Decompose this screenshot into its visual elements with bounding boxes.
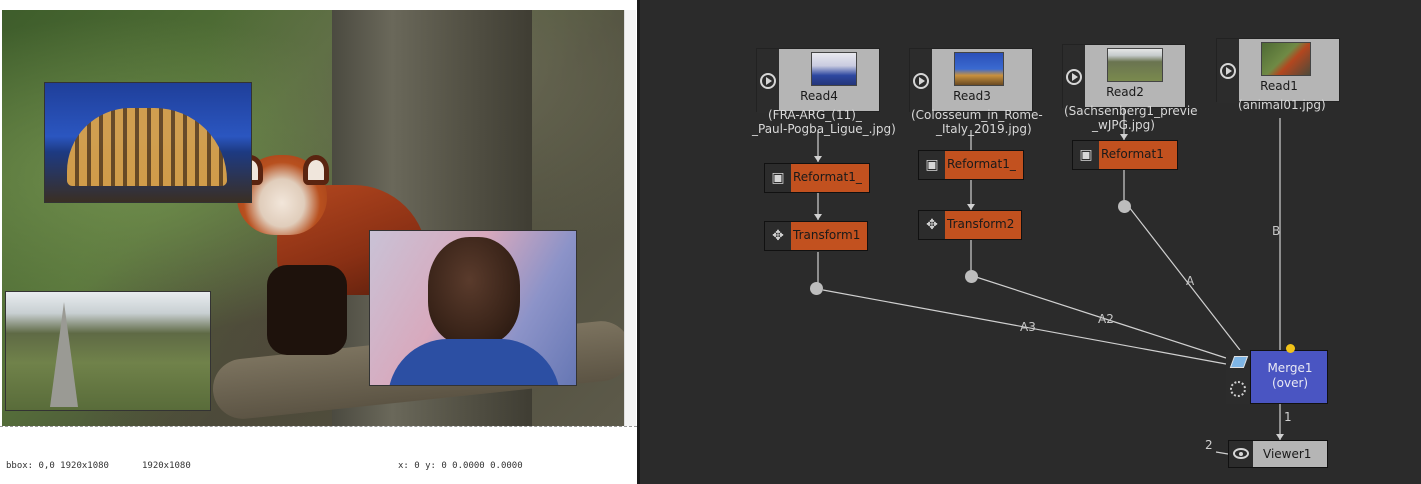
transform-node-2[interactable]: ✥ Transform2 bbox=[918, 210, 1022, 240]
op-node-strip: ▣ bbox=[1073, 141, 1099, 169]
read2-label: Read2 bbox=[1106, 85, 1144, 99]
node-graph-panel[interactable]: A3 A2 A B Read4 (FRA-ARG_(11)_ _Paul-Pog… bbox=[640, 0, 1421, 484]
village-inset-image bbox=[5, 291, 211, 411]
connection-dot[interactable] bbox=[810, 282, 823, 295]
transform-1-label: Transform1 bbox=[793, 228, 861, 242]
read-node-strip bbox=[1217, 39, 1239, 103]
transform-2-label: Transform2 bbox=[947, 217, 1015, 231]
op-node-strip: ✥ bbox=[765, 222, 791, 250]
format-readout: 1920x1080 bbox=[142, 461, 191, 471]
read-node-read3[interactable]: Read3 bbox=[909, 48, 1033, 113]
viewer-node[interactable]: Viewer1 bbox=[1228, 440, 1328, 468]
viewer-node-label: Viewer1 bbox=[1263, 447, 1312, 461]
edge-a bbox=[1128, 206, 1241, 351]
viewer-input-1-label: 1 bbox=[1284, 410, 1292, 424]
reformat-3-label: Reformat1 bbox=[1101, 147, 1164, 161]
play-icon[interactable] bbox=[1220, 63, 1236, 79]
reformat-node-2[interactable]: ▣ Reformat1_ bbox=[918, 150, 1024, 180]
read2-thumbnail bbox=[1107, 48, 1163, 82]
read1-thumbnail bbox=[1261, 42, 1311, 76]
viewer-info-bar: bbox: 0,0 1920x1080 1920x1080 x: 0 y: 0 … bbox=[0, 426, 637, 484]
play-icon[interactable] bbox=[760, 73, 776, 89]
reformat-icon: ▣ bbox=[1079, 147, 1093, 163]
colosseum-shape bbox=[67, 108, 227, 186]
red-panda-legs bbox=[267, 265, 347, 355]
transform-node-1[interactable]: ✥ Transform1 bbox=[764, 221, 868, 251]
read-node-strip bbox=[757, 49, 779, 113]
read-node-strip bbox=[910, 49, 932, 113]
merge-label-op: (over) bbox=[1271, 376, 1309, 390]
read-node-read1[interactable]: Read1 bbox=[1216, 38, 1340, 103]
edge-label-b: B bbox=[1272, 224, 1281, 238]
arrowhead bbox=[814, 156, 822, 162]
read3-subtitle: (Colosseum_in_Rome- bbox=[911, 108, 1043, 122]
op-node-strip: ✥ bbox=[919, 211, 945, 239]
coords-readout: x: 0 y: 0 0.0000 0.0000 bbox=[398, 461, 523, 471]
viewer-canvas[interactable] bbox=[2, 10, 624, 426]
read4-subtitle-2: _Paul-Pogba_Ligue_.jpg) bbox=[752, 122, 896, 136]
reformat-icon: ▣ bbox=[771, 170, 785, 186]
arrowhead bbox=[814, 214, 822, 220]
church-spire-shape bbox=[50, 302, 78, 407]
edge-label-a2: A2 bbox=[1098, 312, 1114, 326]
read4-thumbnail bbox=[811, 52, 857, 86]
edge-viewer-input2 bbox=[1215, 451, 1229, 455]
read3-label: Read3 bbox=[953, 89, 991, 103]
edge-label-a3: A3 bbox=[1020, 320, 1036, 334]
transform-icon: ✥ bbox=[772, 228, 784, 244]
lock-indicator-icon bbox=[1286, 344, 1295, 353]
read-node-read2[interactable]: Read2 bbox=[1062, 44, 1186, 109]
viewer-node-strip bbox=[1229, 441, 1253, 467]
read2-subtitle: (Sachsenberg1_previe bbox=[1064, 104, 1198, 118]
op-node-strip: ▣ bbox=[765, 164, 791, 192]
app-window: bbox: 0,0 1920x1080 1920x1080 x: 0 y: 0 … bbox=[0, 0, 1421, 484]
viewer-input-2-label: 2 bbox=[1205, 438, 1213, 452]
read-node-strip bbox=[1063, 45, 1085, 109]
colosseum-inset-image bbox=[44, 82, 252, 203]
bbox-readout: bbox: 0,0 1920x1080 bbox=[6, 461, 109, 471]
read1-subtitle: (animal01.jpg) bbox=[1238, 98, 1326, 112]
reformat-1-label: Reformat1_ bbox=[793, 170, 862, 184]
red-panda-ear bbox=[303, 155, 329, 185]
reformat-icon: ▣ bbox=[925, 157, 939, 173]
play-icon[interactable] bbox=[913, 73, 929, 89]
portrait-head-shape bbox=[428, 237, 520, 345]
read4-label: Read4 bbox=[800, 89, 838, 103]
connection-dot[interactable] bbox=[1118, 200, 1131, 213]
viewer-panel: bbox: 0,0 1920x1080 1920x1080 x: 0 y: 0 … bbox=[0, 0, 637, 484]
merge-node[interactable]: Merge1 (over) bbox=[1250, 350, 1328, 404]
edge-label-a: A bbox=[1186, 274, 1195, 288]
transform-icon: ✥ bbox=[926, 217, 938, 233]
portrait-inset-image bbox=[369, 230, 577, 386]
connection-dot[interactable] bbox=[965, 270, 978, 283]
reformat-node-3[interactable]: ▣ Reformat1 bbox=[1072, 140, 1178, 170]
read4-subtitle: (FRA-ARG_(11)_ bbox=[768, 108, 862, 122]
op-node-strip: ▣ bbox=[919, 151, 945, 179]
reformat-2-label: Reformat1_ bbox=[947, 157, 1016, 171]
viewer-scrollbar[interactable] bbox=[624, 10, 636, 426]
read3-subtitle-2: _Italy_2019.jpg) bbox=[936, 122, 1032, 136]
merge-label: Merge1 (over) bbox=[1251, 361, 1329, 391]
read3-thumbnail bbox=[954, 52, 1004, 86]
read2-subtitle-2: _wJPG.jpg) bbox=[1092, 118, 1155, 132]
reformat-node-1[interactable]: ▣ Reformat1_ bbox=[764, 163, 870, 193]
mask-input-icon[interactable] bbox=[1230, 381, 1246, 397]
play-icon[interactable] bbox=[1066, 69, 1082, 85]
portrait-shirt-shape bbox=[388, 339, 560, 385]
eye-icon[interactable] bbox=[1233, 448, 1249, 459]
read1-label: Read1 bbox=[1260, 79, 1298, 93]
merge-label-name: Merge1 bbox=[1267, 361, 1313, 375]
read-node-read4[interactable]: Read4 bbox=[756, 48, 880, 113]
